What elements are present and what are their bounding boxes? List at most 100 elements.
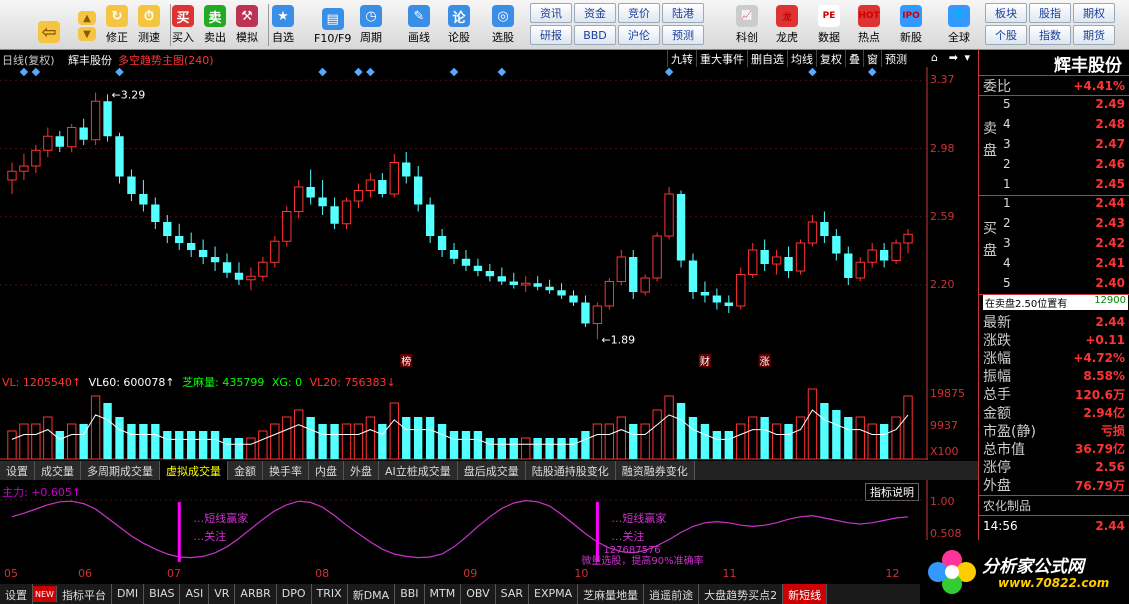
period-label[interactable]: 日线(复权) (2, 52, 55, 68)
indicator-tab-8[interactable]: DPO (277, 584, 312, 604)
volume-tab-2[interactable]: 多周期成交量 (81, 461, 160, 480)
toolbar-button-8[interactable]: ✎ 画线 (408, 2, 430, 48)
sell-price: 2.49 (1095, 97, 1125, 111)
search-icon: ◎ (492, 5, 514, 27)
marker-0: 榜 (401, 355, 411, 368)
indicator-tab-18[interactable]: 大盘趋势买点2 (699, 584, 784, 604)
chart-control-2[interactable]: 删自选 (747, 50, 787, 67)
info-button-5[interactable]: BBD (574, 25, 616, 45)
indicator-tab-3[interactable]: DMI (112, 584, 145, 604)
indicator-tab-14[interactable]: SAR (496, 584, 530, 604)
chart-control-0[interactable]: 九转 (667, 50, 696, 67)
chart-control-4[interactable]: 复权 (816, 50, 845, 67)
candlestick-chart[interactable]: ←3.29 ←1.89 榜 财 涨 (0, 67, 928, 372)
indicator-tab-13[interactable]: OBV (461, 584, 496, 604)
volume-tab-0[interactable]: 设置 (0, 461, 35, 480)
volume-tab-10[interactable]: 陆股通持股变化 (525, 461, 616, 480)
market-button-3[interactable]: 个股 (985, 25, 1027, 45)
info-button-3[interactable]: 陆港 (662, 3, 704, 23)
volume-bar (807, 388, 818, 460)
toolbar-label: 修正 (106, 31, 128, 44)
volume-tab-9[interactable]: 盘后成交量 (457, 461, 526, 480)
info-button-7[interactable]: 预测 (662, 25, 704, 45)
volume-chart[interactable] (0, 372, 928, 460)
toolbar-button-3[interactable]: 卖卖出 (204, 2, 226, 48)
chart-control-6[interactable]: 窗 (863, 50, 881, 67)
indicator-tab-6[interactable]: VR (209, 584, 236, 604)
candle-body (115, 136, 124, 177)
weibi-row: 委比 +4.41% (983, 76, 1125, 95)
indicator-tab-1[interactable]: NEW (33, 586, 57, 602)
up-down-buttons[interactable]: ▲ ▼ (78, 2, 96, 46)
indicator-tab-4[interactable]: BIAS (144, 584, 181, 604)
toolbar2-button-1[interactable]: 龙龙虎 (776, 2, 798, 48)
note-number: 127687576 (603, 545, 660, 556)
chart-control-5[interactable]: 叠 (845, 50, 863, 67)
ad-banner[interactable]: 分析家公式网 www.70822.com (920, 540, 1129, 604)
volume-tab-4[interactable]: 金额 (228, 461, 263, 480)
market-button-2[interactable]: 期权 (1073, 3, 1115, 23)
chart-control-1[interactable]: 重大事件 (696, 50, 747, 67)
info-button-1[interactable]: 资金 (574, 3, 616, 23)
toolbar2-button-3[interactable]: HOT 热点 (858, 2, 880, 48)
volume-tab-7[interactable]: 外盘 (344, 461, 379, 480)
toolbar2-button-2[interactable]: PE 数据 (818, 2, 840, 48)
market-button-4[interactable]: 指数 (1029, 25, 1071, 45)
toolbar2-button-4[interactable]: IPO 新股 (900, 2, 922, 48)
info-button-4[interactable]: 研报 (530, 25, 572, 45)
indicator-tab-17[interactable]: 逍遥前途 (644, 584, 700, 604)
arrow-right-icon[interactable]: ➡ (949, 51, 958, 64)
market-button-0[interactable]: 板块 (985, 3, 1027, 23)
volume-tab-3[interactable]: 虚拟成交量 (160, 461, 228, 480)
toolbar-button-9[interactable]: 论论股 (448, 2, 470, 48)
market-button-1[interactable]: 股指 (1029, 3, 1071, 23)
toolbar-button-7[interactable]: ◷ 周期 (360, 2, 382, 48)
indicator-tab-15[interactable]: EXPMA (529, 584, 579, 604)
volume-tab-5[interactable]: 换手率 (263, 461, 309, 480)
indicator-tab-12[interactable]: MTM (425, 584, 462, 604)
volume-bar (365, 416, 376, 460)
volume-tab-1[interactable]: 成交量 (35, 461, 81, 480)
chart-control-7[interactable]: 预测 (881, 50, 910, 67)
info-button-2[interactable]: 竞价 (618, 3, 660, 23)
indicator-chart[interactable]: …短线赢家 …关注 …短线赢家 …关注 127687576微量选股，提高90%准确率 (0, 480, 928, 565)
indicator-tab-0[interactable]: 设置 (0, 584, 33, 604)
info-button-grid: 资讯 资金 竞价 陆港研报 BBD 沪伦 预测 (530, 3, 704, 45)
toolbar2-button-5[interactable]: 🌐 全球 (948, 2, 970, 48)
volume-tab-6[interactable]: 内盘 (309, 461, 344, 480)
indicator-tab-9[interactable]: TRIX (312, 584, 348, 604)
volume-tab-8[interactable]: AI立桩成交量 (379, 461, 458, 480)
volume-tick-0: 19875 (930, 387, 965, 400)
indicator-tab-19[interactable]: 新短线 (783, 584, 828, 604)
info-button-6[interactable]: 沪伦 (618, 25, 660, 45)
toolbar-button-0[interactable]: ↻ 修正 (106, 2, 128, 48)
indicator-tab-5[interactable]: ASI (180, 584, 210, 604)
indicator-tab-10[interactable]: 新DMA (348, 584, 396, 604)
toolbar-button-10[interactable]: ◎ 选股 (492, 2, 514, 48)
toolbar-button-2[interactable]: 买买入 (172, 2, 194, 48)
stat-value: 76.79万 (1075, 478, 1125, 493)
main-indicator-label[interactable]: 多空趋势主图(240) (118, 52, 214, 68)
market-button-5[interactable]: 期货 (1073, 25, 1115, 45)
candle-body (533, 283, 542, 287)
indicator-tab-7[interactable]: ARBR (235, 584, 277, 604)
toolbar-button-4[interactable]: ⚒ 模拟 (236, 2, 258, 48)
back-button[interactable]: ⇦ (38, 2, 60, 48)
industry-label[interactable]: 农化制品 (983, 497, 1031, 514)
dropdown-icon[interactable]: ▾ (964, 51, 970, 64)
toolbar-button-6[interactable]: ▤ F10/F9 (314, 2, 351, 48)
buy-price: 2.43 (1095, 216, 1125, 230)
lock-icon[interactable]: ⌂ (931, 51, 938, 64)
volume-bar (282, 416, 292, 460)
volume-bar (557, 438, 566, 459)
indicator-tab-11[interactable]: BBI (395, 584, 425, 604)
indicator-tab-16[interactable]: 芝麻量地量 (578, 584, 645, 604)
volume-tab-11[interactable]: 融资融券变化 (615, 461, 695, 480)
indicator-tab-2[interactable]: 指标平台 (57, 584, 112, 604)
info-button-0[interactable]: 资讯 (530, 3, 572, 23)
volume-bar (855, 416, 865, 460)
toolbar-button-1[interactable]: ⏱ 测速 (138, 2, 160, 48)
toolbar2-button-0[interactable]: 📈 科创 (736, 2, 758, 48)
chart-control-3[interactable]: 均线 (787, 50, 816, 67)
toolbar-button-5[interactable]: ★ 自选 (272, 2, 294, 48)
